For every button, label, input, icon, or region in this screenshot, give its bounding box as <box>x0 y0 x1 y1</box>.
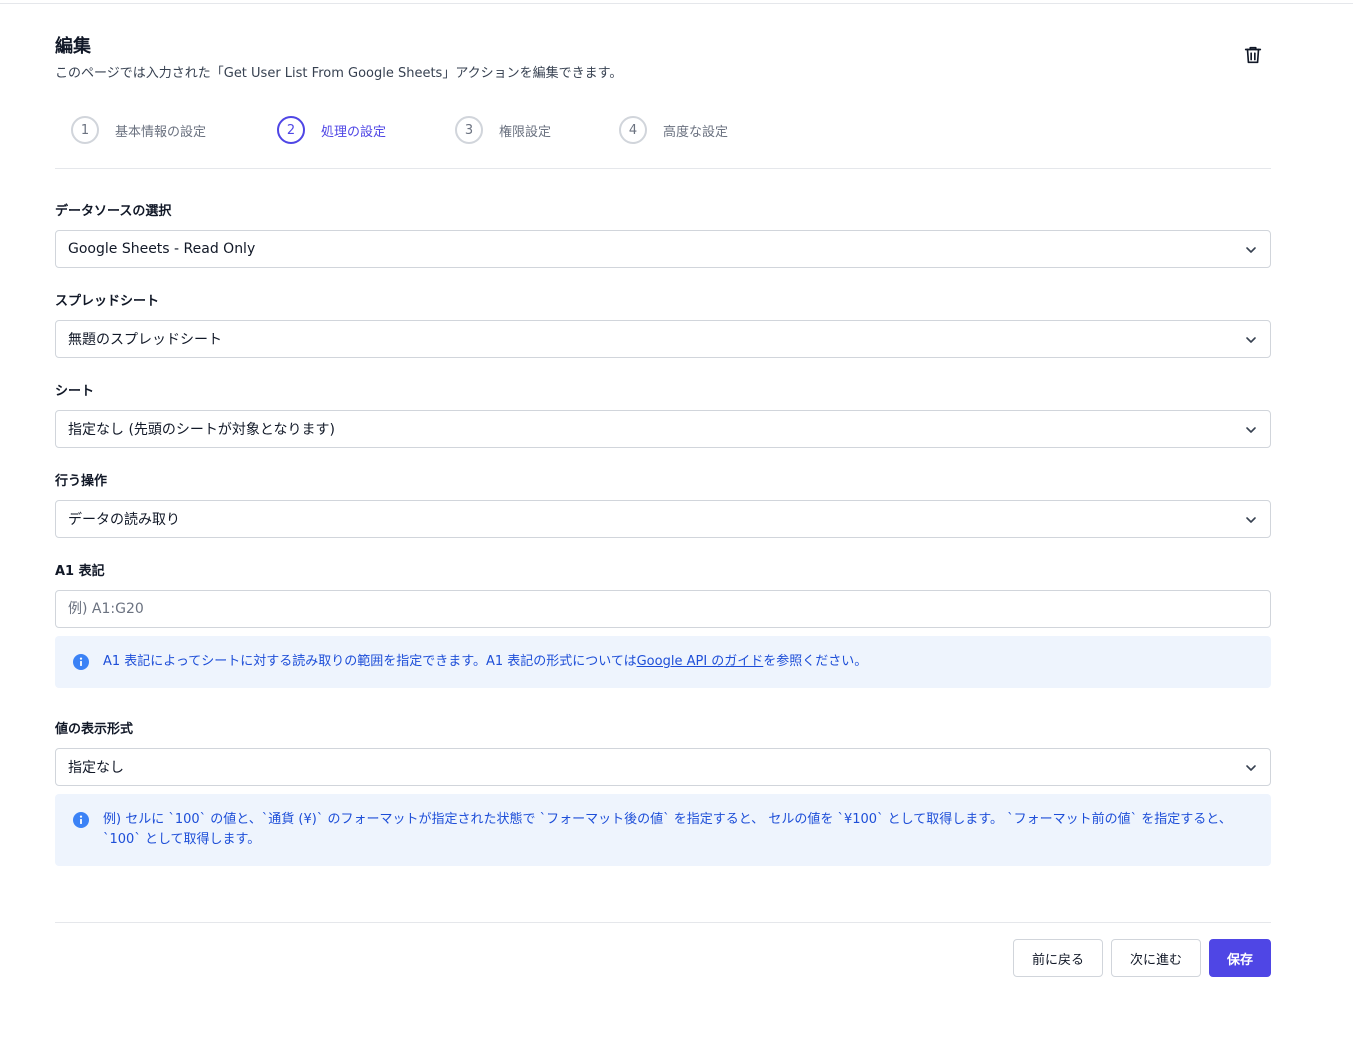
value-format-info-text: 例) セルに `100` の値と、`通貨 (¥)` のフォーマットが指定された状… <box>103 812 1232 847</box>
value-format-value: 指定なし <box>68 760 124 776</box>
footer-divider <box>55 922 1271 923</box>
datasource-label: データソースの選択 <box>55 204 172 219</box>
page-subtitle: このページでは入力された「Get User List From Google S… <box>55 66 623 81</box>
a1-label: A1 表記 <box>55 564 105 579</box>
step-number: 4 <box>619 116 647 144</box>
sheet-value: 指定なし (先頭のシートが対象となります) <box>68 422 335 438</box>
top-divider <box>0 3 1353 4</box>
step-advanced[interactable]: 4 高度な設定 <box>619 116 728 144</box>
sheet-select[interactable]: 指定なし (先頭のシートが対象となります) <box>55 410 1271 448</box>
page-title: 編集 <box>55 36 91 57</box>
step-permissions[interactable]: 3 権限設定 <box>455 116 551 144</box>
a1-info-box: A1 表記によってシートに対する読み取りの範囲を指定できます。A1 表記の形式に… <box>55 636 1271 688</box>
step-label: 権限設定 <box>499 124 552 140</box>
step-processing[interactable]: 2 処理の設定 <box>277 116 386 144</box>
save-button[interactable]: 保存 <box>1209 939 1271 977</box>
chevron-down-icon <box>1246 517 1256 523</box>
chevron-down-icon <box>1246 765 1256 771</box>
chevron-down-icon <box>1246 247 1256 253</box>
value-format-info-box: 例) セルに `100` の値と、`通貨 (¥)` のフォーマットが指定された状… <box>55 794 1271 866</box>
google-api-guide-link[interactable]: Google API のガイド <box>637 654 764 669</box>
step-label: 基本情報の設定 <box>115 124 207 140</box>
chevron-down-icon <box>1246 337 1256 343</box>
chevron-down-icon <box>1246 427 1256 433</box>
value-format-select[interactable]: 指定なし <box>55 748 1271 786</box>
operation-select[interactable]: データの読み取り <box>55 500 1271 538</box>
a1-info-text-before: A1 表記によってシートに対する読み取りの範囲を指定できます。A1 表記の形式に… <box>103 654 637 669</box>
operation-label: 行う操作 <box>55 474 108 489</box>
datasource-value: Google Sheets - Read Only <box>68 241 256 257</box>
step-number: 3 <box>455 116 483 144</box>
a1-input[interactable] <box>55 590 1271 628</box>
back-button[interactable]: 前に戻る <box>1013 939 1103 977</box>
next-button[interactable]: 次に進む <box>1111 939 1201 977</box>
value-format-label: 値の表示形式 <box>55 722 134 737</box>
a1-info-text-after: を参照ください。 <box>763 654 868 669</box>
step-number: 2 <box>277 116 305 144</box>
info-icon <box>73 654 89 670</box>
info-icon <box>73 812 89 828</box>
step-basic-info[interactable]: 1 基本情報の設定 <box>71 116 206 144</box>
step-number: 1 <box>71 116 99 144</box>
step-label: 処理の設定 <box>321 124 387 140</box>
sheet-label: シート <box>55 384 95 399</box>
operation-value: データの読み取り <box>68 512 180 528</box>
spreadsheet-value: 無題のスプレッドシート <box>68 332 222 348</box>
edit-action-page: 編集 このページでは入力された「Get User List From Googl… <box>0 0 1353 1057</box>
section-divider <box>55 168 1271 169</box>
spreadsheet-label: スプレッドシート <box>55 294 160 309</box>
step-label: 高度な設定 <box>663 124 729 140</box>
datasource-select[interactable]: Google Sheets - Read Only <box>55 230 1271 268</box>
trash-icon[interactable] <box>1242 44 1264 66</box>
spreadsheet-select[interactable]: 無題のスプレッドシート <box>55 320 1271 358</box>
